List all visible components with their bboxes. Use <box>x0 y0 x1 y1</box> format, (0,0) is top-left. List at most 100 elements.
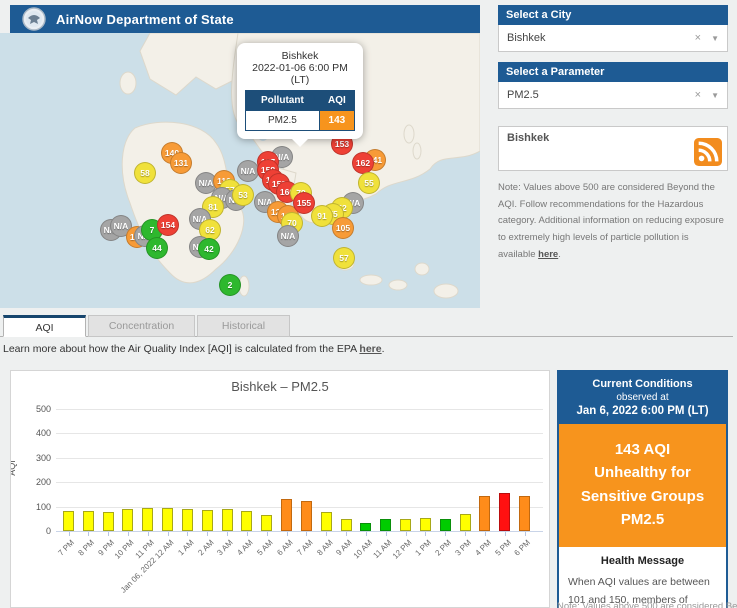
chart-bar[interactable] <box>400 519 411 531</box>
chart-bar[interactable] <box>380 519 391 531</box>
conditions-header: Current Conditions observed at Jan 6, 20… <box>559 372 726 424</box>
chart-bar[interactable] <box>202 510 213 531</box>
chart-bar[interactable] <box>321 512 332 531</box>
chart-bar[interactable] <box>182 509 193 531</box>
chart-bar[interactable] <box>341 519 352 531</box>
x-axis-tick <box>425 532 426 536</box>
x-axis-tick-label: 3 PM <box>453 538 473 558</box>
city-chevron-down-icon[interactable]: ▼ <box>711 34 719 43</box>
x-axis-tick-label: 5 PM <box>493 538 513 558</box>
tooltip-timezone: (LT) <box>245 74 355 86</box>
chart-bar[interactable] <box>499 493 510 531</box>
x-axis-tick-label: 5 AM <box>255 538 274 557</box>
sidebar: Select a City Bishkek × ▼ Select a Param… <box>498 5 728 263</box>
x-axis-tick-label: 4 PM <box>473 538 493 558</box>
tooltip-col-aqi: AQI <box>319 91 354 111</box>
map-marker[interactable]: 55 <box>358 172 380 194</box>
x-axis-tick-label: 1 AM <box>176 538 195 557</box>
note-here-link[interactable]: here <box>538 249 558 260</box>
parameter-chevron-down-icon[interactable]: ▼ <box>711 91 719 100</box>
rss-feed-box: Bishkek <box>498 126 728 171</box>
x-axis-tick <box>306 532 307 536</box>
map-marker[interactable]: N/A <box>237 160 259 182</box>
x-axis-tick <box>128 532 129 536</box>
chart-bar[interactable] <box>420 518 431 531</box>
x-axis-tick <box>445 532 446 536</box>
conditions-title: Current Conditions <box>563 378 722 390</box>
map-marker[interactable]: 2 <box>219 274 241 296</box>
chart-bar[interactable] <box>222 509 233 531</box>
conditions-aqi-block: 143 AQI Unhealthy for Sensitive Groups P… <box>559 424 726 547</box>
chart-bar[interactable] <box>142 508 153 531</box>
world-map[interactable]: 58140131N/AN/A11057N/AN/A5381N/A62N/A422… <box>0 33 480 308</box>
chart-bar[interactable] <box>241 511 252 531</box>
chart-bar[interactable] <box>519 496 530 531</box>
x-axis-tick <box>366 532 367 536</box>
learn-more-here-link[interactable]: here <box>359 343 381 355</box>
parameter-select[interactable]: PM2.5 × ▼ <box>498 82 728 109</box>
parameter-clear-icon[interactable]: × <box>695 89 701 101</box>
x-axis-tick-label: 10 PM <box>113 538 136 561</box>
x-axis-tick <box>88 532 89 536</box>
rss-icon[interactable] <box>694 138 722 166</box>
tab-historical[interactable]: Historical <box>197 315 290 337</box>
x-axis-tick <box>505 532 506 536</box>
chart-bar[interactable] <box>460 514 471 531</box>
x-axis-tick-label: 10 AM <box>351 538 373 560</box>
x-axis-tick <box>69 532 70 536</box>
x-axis-tick-label: 6 AM <box>275 538 294 557</box>
chart-bar[interactable] <box>360 523 371 531</box>
x-axis-tick <box>227 532 228 536</box>
chart-bar[interactable] <box>440 519 451 531</box>
conditions-category: Unhealthy for Sensitive Groups <box>567 461 718 508</box>
chart-bar[interactable] <box>281 499 292 531</box>
x-axis-tick-label: 8 PM <box>77 538 97 558</box>
x-axis-tick-label: 7 PM <box>57 538 77 558</box>
conditions-datetime: Jan 6, 2022 6:00 PM (LT) <box>563 405 722 417</box>
map-marker[interactable]: 53 <box>232 184 254 206</box>
x-axis-tick <box>148 532 149 536</box>
x-axis-tick <box>326 532 327 536</box>
parameter-select-value: PM2.5 <box>507 89 695 101</box>
chart-bar[interactable] <box>162 508 173 531</box>
x-axis-line <box>56 531 543 532</box>
map-marker[interactable]: 44 <box>146 237 168 259</box>
x-axis-tick-label: 7 AM <box>295 538 314 557</box>
chart-bar[interactable] <box>63 511 74 531</box>
chart-bar[interactable] <box>301 501 312 532</box>
x-axis-tick <box>485 532 486 536</box>
map-marker[interactable]: 105 <box>332 217 354 239</box>
city-clear-icon[interactable]: × <box>695 32 701 44</box>
city-select[interactable]: Bishkek × ▼ <box>498 25 728 52</box>
map-marker[interactable]: N/A <box>277 225 299 247</box>
chart-bar[interactable] <box>122 509 133 531</box>
rss-city-label: Bishkek <box>507 132 549 144</box>
tab-strip: AQI Concentration Historical <box>0 315 733 337</box>
y-axis-tick-label: 100 <box>13 502 51 512</box>
app-title: AirNow Department of State <box>56 12 234 27</box>
map-marker[interactable]: 131 <box>170 152 192 174</box>
map-marker[interactable]: 91 <box>311 205 333 227</box>
x-axis-tick-label: 2 PM <box>434 538 454 558</box>
map-marker[interactable]: 57 <box>333 247 355 269</box>
chart-bar[interactable] <box>261 515 272 531</box>
map-marker[interactable]: 42 <box>198 238 220 260</box>
chart-gridline <box>56 433 543 434</box>
chart-bar[interactable] <box>103 512 114 531</box>
clipped-note: Note: Values above 500 are considered Be… <box>557 601 732 608</box>
x-axis-tick-label: 3 AM <box>216 538 235 557</box>
city-select-value: Bishkek <box>507 32 695 44</box>
tab-concentration[interactable]: Concentration <box>88 315 195 337</box>
y-axis-tick-label: 500 <box>13 404 51 414</box>
map-marker[interactable]: 154 <box>157 214 179 236</box>
city-select-header: Select a City <box>498 5 728 25</box>
tab-aqi[interactable]: AQI <box>3 315 86 337</box>
x-axis-tick <box>267 532 268 536</box>
health-message-block: Health Message When AQI values are betwe… <box>559 547 726 608</box>
map-marker[interactable]: 162 <box>352 152 374 174</box>
chart-bar[interactable] <box>83 511 94 531</box>
chart-bar[interactable] <box>479 496 490 531</box>
x-axis-tick <box>207 532 208 536</box>
map-marker[interactable]: 58 <box>134 162 156 184</box>
x-axis-tick-label: 12 PM <box>391 538 414 561</box>
